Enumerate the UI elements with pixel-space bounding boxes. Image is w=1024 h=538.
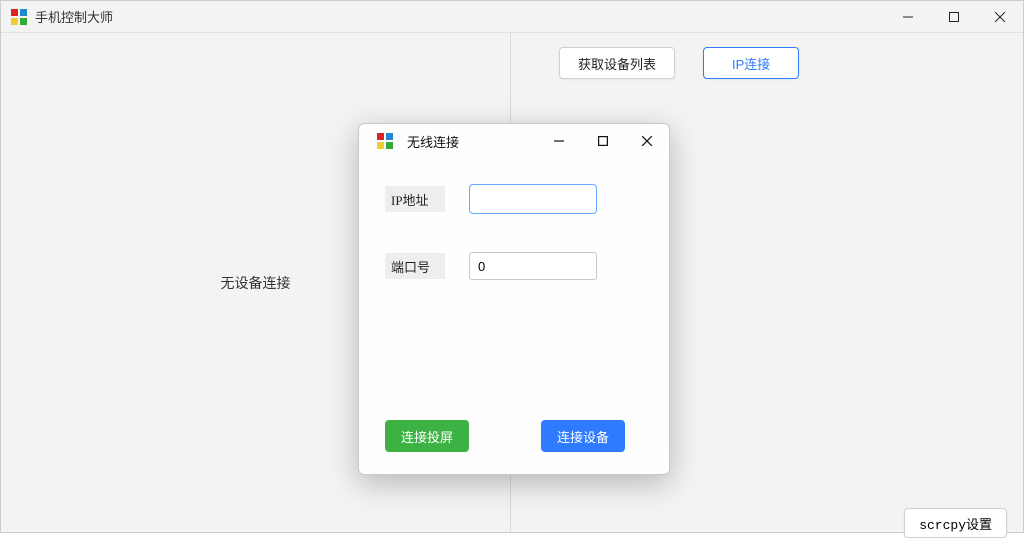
port-row: 端口号 (385, 252, 645, 280)
minimize-button[interactable] (885, 1, 931, 33)
close-button[interactable] (977, 1, 1023, 33)
wireless-connect-dialog: 无线连接 IP地址 (358, 123, 670, 475)
port-input[interactable] (469, 252, 597, 280)
dialog-title: 无线连接 (407, 132, 459, 151)
modal-overlay: 无线连接 IP地址 (1, 33, 1023, 532)
maximize-button[interactable] (931, 1, 977, 33)
client-area: 无设备连接 获取设备列表 IP连接 scrcpy设置 无线连接 (1, 33, 1023, 532)
minimize-icon (554, 136, 564, 146)
maximize-icon (598, 136, 608, 146)
ip-address-input[interactable] (469, 184, 597, 214)
main-window: 手机控制大师 无设备连接 获取设备列表 IP连接 scrcpy设置 (0, 0, 1024, 533)
minimize-icon (903, 12, 913, 22)
maximize-icon (949, 12, 959, 22)
dialog-titlebar: 无线连接 (359, 124, 669, 158)
dialog-minimize-button[interactable] (537, 124, 581, 158)
app-icon (11, 9, 27, 25)
close-icon (995, 12, 1005, 22)
window-title: 手机控制大师 (35, 7, 113, 26)
dialog-app-icon (377, 133, 393, 149)
dialog-actions: 连接投屏 连接设备 (385, 420, 625, 452)
connect-device-button[interactable]: 连接设备 (541, 420, 625, 452)
connect-mirror-button[interactable]: 连接投屏 (385, 420, 469, 452)
dialog-close-button[interactable] (625, 124, 669, 158)
close-icon (642, 136, 652, 146)
dialog-maximize-button[interactable] (581, 124, 625, 158)
port-label: 端口号 (385, 253, 445, 279)
ip-address-label: IP地址 (385, 186, 445, 212)
main-titlebar: 手机控制大师 (1, 1, 1023, 33)
dialog-body: IP地址 端口号 连接投屏 连接设备 (359, 158, 669, 474)
ip-row: IP地址 (385, 184, 645, 214)
